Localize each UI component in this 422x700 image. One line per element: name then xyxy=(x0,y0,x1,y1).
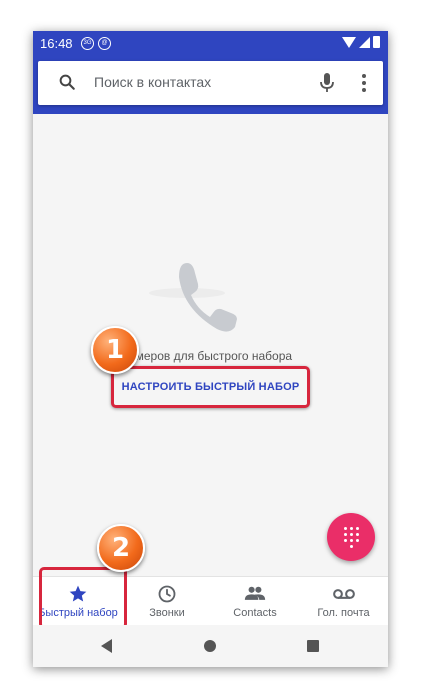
tab-voicemail[interactable]: Гол. почта xyxy=(299,577,388,626)
status-bar: 16:48 3G @ xyxy=(33,31,388,56)
tab-label: Звонки xyxy=(149,607,185,619)
dialpad-fab[interactable] xyxy=(327,513,375,561)
dialpad-icon xyxy=(344,527,359,548)
clock-icon xyxy=(158,585,176,603)
back-icon[interactable] xyxy=(101,639,112,653)
cell-signal-icon xyxy=(359,36,370,48)
callout-1-badge: 1 xyxy=(91,326,139,374)
app-bar: Поиск в контактах xyxy=(33,56,388,114)
callout-2-badge: 2 xyxy=(97,524,145,572)
network-badge-icon: 3G xyxy=(81,37,94,50)
setup-highlight-frame: НАСТРОИТЬ БЫСТРЫЙ НАБОР xyxy=(111,366,310,408)
search-icon[interactable] xyxy=(58,73,76,91)
search-input[interactable]: Поиск в контактах xyxy=(94,74,211,90)
search-bar[interactable]: Поиск в контактах xyxy=(38,61,383,105)
tab-label: Гол. почта xyxy=(317,607,370,619)
wifi-icon xyxy=(342,36,356,48)
people-icon xyxy=(244,586,266,600)
recents-icon[interactable] xyxy=(307,640,319,652)
system-nav-bar xyxy=(33,625,388,667)
status-time: 16:48 xyxy=(40,36,73,51)
setup-speed-dial-button[interactable]: НАСТРОИТЬ БЫСТРЫЙ НАБОР xyxy=(114,369,307,405)
empty-state-text: омеров для быстрого набора xyxy=(128,349,293,363)
voicemail-icon xyxy=(332,589,355,599)
sync-badge-icon: @ xyxy=(98,37,111,50)
empty-phone-icon xyxy=(149,263,237,332)
home-icon[interactable] xyxy=(204,640,216,652)
tab-calls[interactable]: Звонки xyxy=(123,577,211,626)
tab-contacts[interactable]: Contacts xyxy=(211,577,299,626)
mic-icon[interactable] xyxy=(319,72,335,94)
status-right xyxy=(342,36,380,48)
tab-highlight-frame xyxy=(39,567,127,629)
phone-screen: 16:48 3G @ Поиск в контактах омеров для … xyxy=(33,31,388,667)
battery-icon xyxy=(373,36,380,48)
tab-label: Contacts xyxy=(233,607,277,619)
more-options-icon[interactable] xyxy=(361,73,367,93)
